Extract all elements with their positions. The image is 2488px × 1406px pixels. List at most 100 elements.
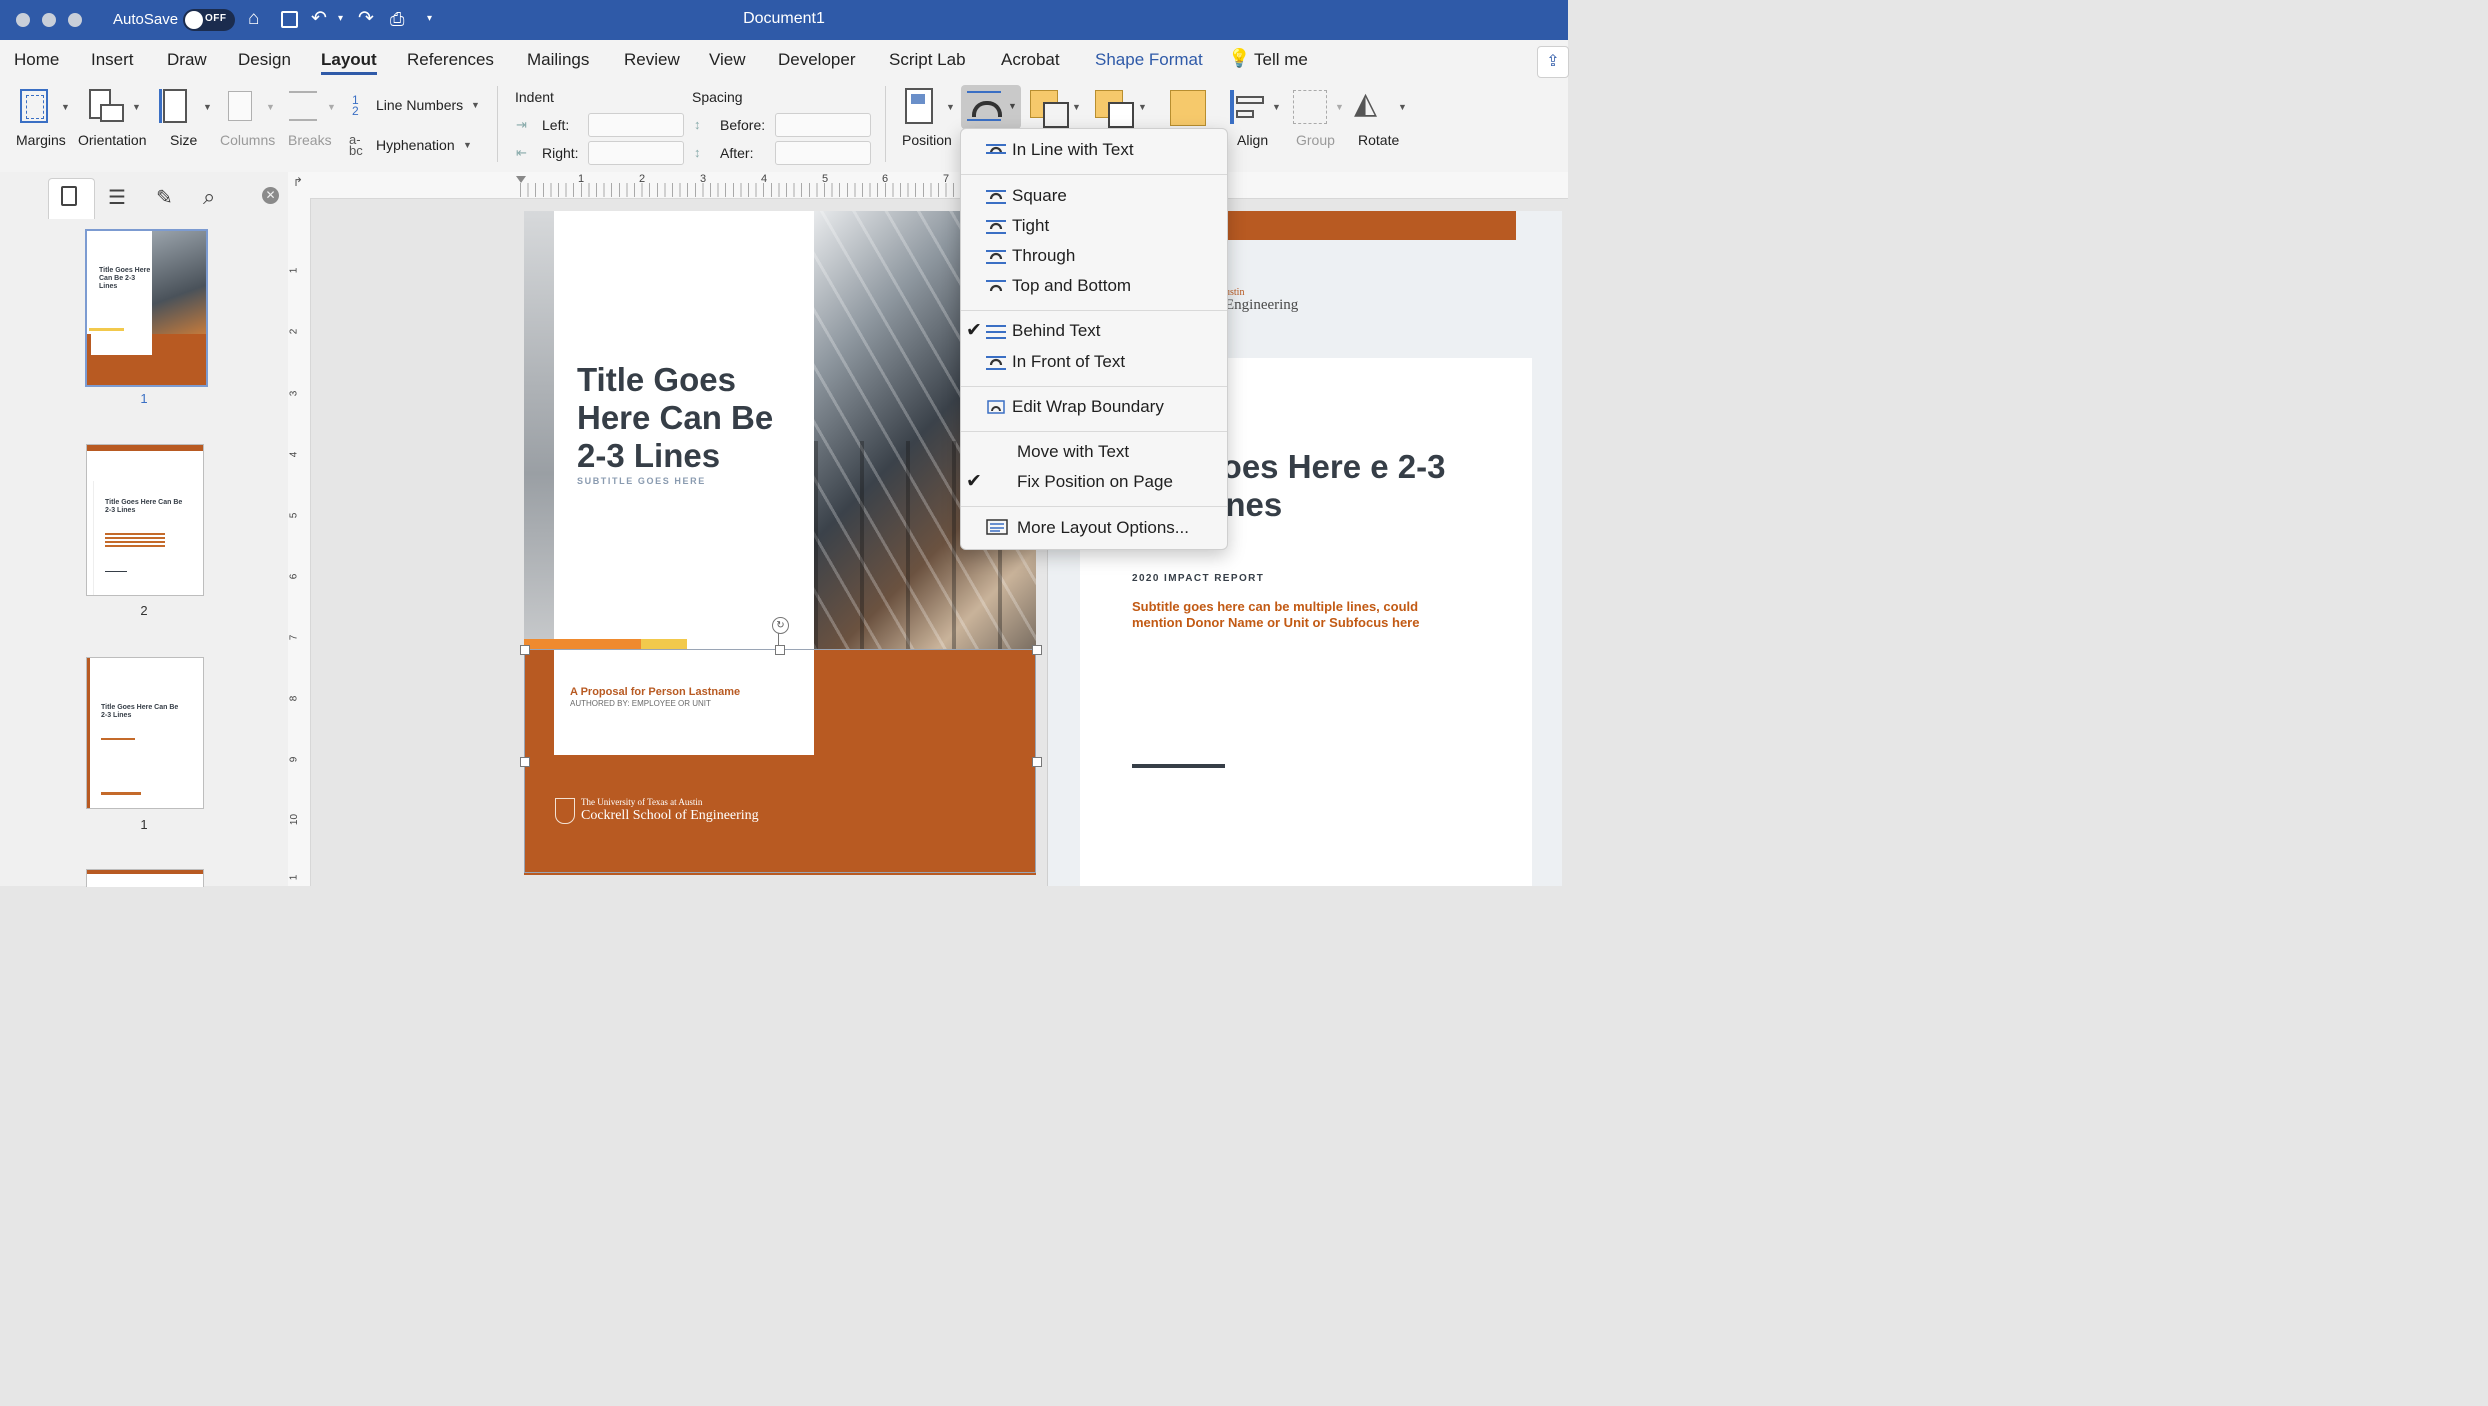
share-icon[interactable]: ⇪ (1537, 46, 1569, 78)
menu-item-more-layout-options[interactable]: More Layout Options... (961, 513, 1227, 543)
tell-me-box[interactable]: Tell me (1254, 50, 1308, 70)
square-wrap-icon (986, 190, 1006, 204)
size-icon[interactable] (159, 89, 187, 123)
position-dropdown-icon[interactable]: ▼ (946, 102, 955, 112)
tab-mailings[interactable]: Mailings (527, 50, 589, 70)
menu-item-top-and-bottom[interactable]: Top and Bottom (961, 271, 1227, 301)
tab-developer[interactable]: Developer (778, 50, 856, 70)
menu-item-fix-position-on-page[interactable]: ✔ Fix Position on Page (961, 467, 1227, 497)
tab-layout[interactable]: Layout (321, 50, 377, 70)
rotate-dropdown-icon[interactable]: ▼ (1398, 102, 1407, 112)
layout-options-icon (986, 519, 1008, 535)
align-label[interactable]: Align (1237, 132, 1268, 148)
align-dropdown-icon[interactable]: ▼ (1272, 102, 1281, 112)
tab-design[interactable]: Design (238, 50, 291, 70)
menu-item-edit-wrap-boundary[interactable]: Edit Wrap Boundary (961, 392, 1227, 422)
tab-insert[interactable]: Insert (91, 50, 134, 70)
breaks-icon (289, 91, 317, 121)
selection-handle[interactable] (1032, 645, 1042, 655)
cover-subtitle[interactable]: SUBTITLE GOES HERE (577, 476, 706, 486)
selection-handle[interactable] (775, 645, 785, 655)
selection-handle[interactable] (1032, 757, 1042, 767)
page-thumbnail[interactable]: Title Goes Here Can Be 2-3 Lines (86, 444, 204, 596)
tab-view[interactable]: View (709, 50, 746, 70)
menu-item-move-with-text[interactable]: Move with Text (961, 437, 1227, 467)
accent-bar-yellow (641, 639, 687, 649)
page2-title[interactable]: Goes Here e 2-3 Lines (1196, 448, 1446, 524)
menu-item-label: Behind Text (1012, 321, 1101, 340)
orientation-dropdown-icon[interactable]: ▼ (132, 102, 141, 112)
menu-item-tight[interactable]: Tight (961, 211, 1227, 241)
hyphenation-button[interactable]: Hyphenation (376, 137, 455, 153)
thumbnail-title: Title Goes Here Can Be 2-3 Lines (99, 267, 151, 290)
search-icon[interactable]: ⌕ (203, 184, 215, 210)
menu-item-label: In Line with Text (1012, 140, 1134, 159)
selection-pane-icon[interactable] (1170, 90, 1206, 126)
tab-script-lab[interactable]: Script Lab (889, 50, 966, 70)
page2-subtitle[interactable]: Subtitle goes here can be multiple lines… (1132, 599, 1422, 631)
margins-dropdown-icon[interactable]: ▼ (61, 102, 70, 112)
selection-handle[interactable] (520, 645, 530, 655)
edit-wrap-boundary-icon (987, 400, 1005, 414)
ruler-number: 2 (288, 328, 300, 335)
orientation-label[interactable]: Orientation (78, 132, 146, 148)
menu-item-label: Square (1012, 186, 1067, 205)
indent-right-icon: ⇤ (516, 145, 527, 160)
first-line-indent-marker[interactable] (516, 176, 526, 183)
menu-item-label: Fix Position on Page (1017, 472, 1173, 491)
hyphenation-dropdown-icon[interactable]: ▼ (463, 140, 472, 150)
tab-shape-format[interactable]: Shape Format (1095, 50, 1203, 70)
indent-right-input[interactable] (588, 141, 684, 165)
spacing-after-input[interactable] (775, 141, 871, 165)
spacing-before-input[interactable] (775, 113, 871, 137)
tab-acrobat[interactable]: Acrobat (1001, 50, 1060, 70)
tab-selector-icon[interactable]: ↱ (293, 175, 303, 189)
bring-forward-dropdown-icon[interactable]: ▼ (1072, 102, 1081, 112)
page-thumbnail[interactable]: Title Goes Here Can Be 2-3 Lines (85, 229, 208, 387)
menu-item-through[interactable]: Through (961, 241, 1227, 271)
ruler-number: 3 (288, 390, 300, 397)
margins-label[interactable]: Margins (16, 132, 66, 148)
line-numbers-dropdown-icon[interactable]: ▼ (471, 100, 480, 110)
menu-item-behind-text[interactable]: ✔ Behind Text (961, 316, 1227, 346)
margins-icon[interactable] (20, 89, 48, 123)
menu-item-in-line-with-text[interactable]: In Line with Text (961, 135, 1227, 165)
hyphenation-icon[interactable]: a-bc (349, 133, 363, 157)
close-pane-icon[interactable]: ✕ (262, 187, 279, 204)
menu-item-label: Edit Wrap Boundary (1012, 397, 1164, 416)
position-icon[interactable] (905, 88, 933, 124)
position-label[interactable]: Position (902, 132, 952, 148)
page-thumbnail[interactable]: Title Goes Here Can Be 2-3 Lines (86, 657, 204, 809)
selection-handle[interactable] (520, 757, 530, 767)
breaks-label: Breaks (288, 132, 332, 148)
line-numbers-icon[interactable]: 12 (352, 94, 359, 117)
page2-report-label[interactable]: 2020 IMPACT REPORT (1132, 573, 1264, 584)
shape-selection-frame[interactable] (524, 649, 1036, 873)
align-icon[interactable] (1230, 90, 1234, 124)
menu-item-in-front-of-text[interactable]: In Front of Text (961, 347, 1227, 377)
ruler-number: 5 (288, 512, 300, 519)
page-thumbnail[interactable] (86, 869, 204, 887)
rotate-label[interactable]: Rotate (1358, 132, 1399, 148)
tab-draw[interactable]: Draw (167, 50, 207, 70)
edit-pane-icon[interactable]: ✎ (156, 185, 173, 210)
spacing-header: Spacing (692, 89, 743, 105)
rotate-handle-icon[interactable]: ↻ (772, 617, 789, 634)
rotate-icon[interactable]: ◭ (1354, 86, 1377, 121)
ruler-number: 10 (289, 813, 301, 826)
size-dropdown-icon[interactable]: ▼ (203, 102, 212, 112)
menu-item-label: More Layout Options... (1017, 518, 1189, 537)
spacing-after-label: After: (720, 145, 754, 161)
line-numbers-button[interactable]: Line Numbers (376, 97, 463, 113)
wrap-text-button[interactable]: ▼ (961, 85, 1021, 129)
send-backward-dropdown-icon[interactable]: ▼ (1138, 102, 1147, 112)
size-label[interactable]: Size (170, 132, 197, 148)
ruler-number: 1 (288, 267, 300, 274)
menu-item-square[interactable]: Square (961, 181, 1227, 211)
tab-references[interactable]: References (407, 50, 494, 70)
tab-home[interactable]: Home (14, 50, 59, 70)
outline-icon[interactable]: ☰ (108, 185, 126, 210)
tab-review[interactable]: Review (624, 50, 680, 70)
cover-title[interactable]: Title Goes Here Can Be 2-3 Lines (577, 361, 807, 475)
indent-left-input[interactable] (588, 113, 684, 137)
